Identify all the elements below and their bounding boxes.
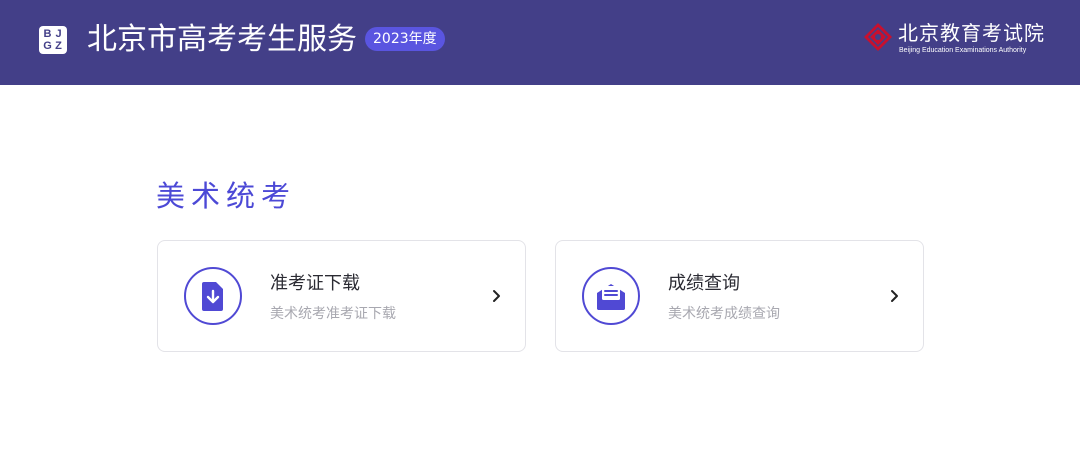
chevron-right-icon <box>891 290 898 302</box>
envelope-letter-icon <box>582 267 640 325</box>
admission-ticket-download-card[interactable]: 准考证下载 美术统考准考证下载 <box>157 240 526 352</box>
card-subtitle: 美术统考准考证下载 <box>270 306 396 322</box>
download-doc-icon <box>184 267 242 325</box>
card-subtitle: 美术统考成绩查询 <box>668 306 780 322</box>
chevron-right-icon <box>493 290 500 302</box>
logo-letter: J <box>55 28 62 40</box>
year-badge: 2023年度 <box>365 27 445 51</box>
org-logo[interactable]: 北京教育考试院 Beijing Education Examinations A… <box>863 20 1049 60</box>
top-header: B J G Z 北京市高考考生服务 2023年度 北京教育考试院 Beijing… <box>0 0 1080 85</box>
card-title: 成绩查询 <box>668 273 740 294</box>
card-title: 准考证下载 <box>270 273 360 294</box>
score-inquiry-card[interactable]: 成绩查询 美术统考成绩查询 <box>555 240 924 352</box>
logo-letter: B <box>43 28 52 40</box>
org-name-en: Beijing Education Examinations Authority <box>899 47 1027 54</box>
site-title[interactable]: 北京市高考考生服务 <box>87 20 357 60</box>
bjgz-logo[interactable]: B J G Z <box>39 26 67 54</box>
seal-icon <box>864 23 892 51</box>
logo-letter: Z <box>55 40 62 52</box>
section-title: 美术统考 <box>156 179 297 213</box>
org-name: 北京教育考试院 <box>898 21 1045 45</box>
logo-letter: G <box>43 40 52 52</box>
